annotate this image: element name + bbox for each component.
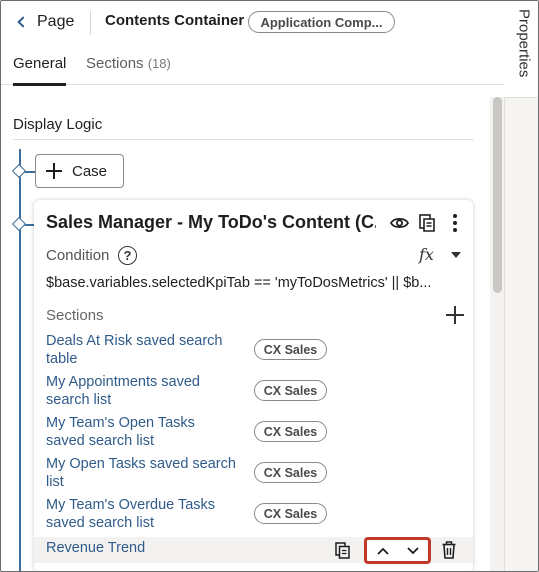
header-divider <box>90 11 91 35</box>
application-component-badge: Application Comp... <box>248 11 395 33</box>
selected-section-row: Revenue Trend <box>34 537 473 564</box>
section-link[interactable]: My Team's Overdue Tasks saved search lis… <box>46 496 236 532</box>
help-icon[interactable]: ? <box>118 246 137 265</box>
display-logic-heading: Display Logic <box>13 116 103 133</box>
cx-sales-badge: CX Sales <box>254 339 327 360</box>
tab-general[interactable]: General <box>13 55 67 86</box>
copy-icon[interactable] <box>335 542 350 559</box>
kebab-icon[interactable] <box>448 213 462 233</box>
tree-vertical-line <box>19 149 21 571</box>
tab-bar: General Sections (18) <box>1 45 504 86</box>
case-card: Sales Manager - My ToDo's Content (C... … <box>34 200 473 571</box>
tab-sections-count: (18) <box>147 56 171 71</box>
back-to-page-link[interactable]: Page <box>15 10 74 34</box>
properties-rail-label[interactable]: Properties <box>509 9 538 89</box>
condition-label: Condition <box>46 247 110 264</box>
tree-node-diamond <box>11 163 27 179</box>
tab-sections[interactable]: Sections (18) <box>86 55 171 72</box>
component-title: Contents Container <box>105 12 245 29</box>
add-section-icon[interactable] <box>446 306 464 324</box>
cx-sales-badge: CX Sales <box>254 421 327 442</box>
condition-expression[interactable]: $base.variables.selectedKpiTab == 'myToD… <box>46 275 456 291</box>
plus-icon <box>46 163 62 179</box>
back-label: Page <box>37 13 75 30</box>
cx-sales-badge: CX Sales <box>254 380 327 401</box>
panel-header: Page Contents Container Application Comp… <box>1 1 504 45</box>
tree-node-diamond <box>11 216 27 232</box>
tab-sections-label: Sections <box>86 55 144 72</box>
fx-icon[interactable]: fx <box>419 245 434 264</box>
add-case-label: Case <box>72 162 108 180</box>
chevron-down-icon[interactable] <box>407 546 419 556</box>
copy-icon[interactable] <box>419 214 435 232</box>
reorder-controls <box>364 537 431 564</box>
case-card-title: Sales Manager - My ToDo's Content (C... <box>46 212 376 232</box>
section-link[interactable]: Deals At Risk saved search table <box>46 332 236 368</box>
sections-label: Sections <box>46 307 104 324</box>
display-logic-divider <box>13 139 474 140</box>
eye-icon[interactable] <box>390 216 409 230</box>
properties-panel: Properties Page Contents Container Appli… <box>0 0 539 572</box>
cx-sales-badge: CX Sales <box>254 503 327 524</box>
add-case-button[interactable]: Case <box>35 154 124 188</box>
scrollbar-thumb[interactable] <box>493 97 502 293</box>
section-link[interactable]: My Open Tasks saved search list <box>46 455 236 491</box>
cx-sales-badge: CX Sales <box>254 462 327 483</box>
revenue-trend-link[interactable]: Revenue Trend <box>46 540 145 556</box>
section-link[interactable]: My Team's Open Tasks saved search list <box>46 414 236 450</box>
chevron-up-icon[interactable] <box>377 546 389 556</box>
trash-icon[interactable] <box>442 541 456 559</box>
caret-down-icon[interactable] <box>451 252 461 258</box>
chevron-left-icon <box>17 16 29 28</box>
section-link[interactable]: My Appointments saved search list <box>46 373 236 409</box>
